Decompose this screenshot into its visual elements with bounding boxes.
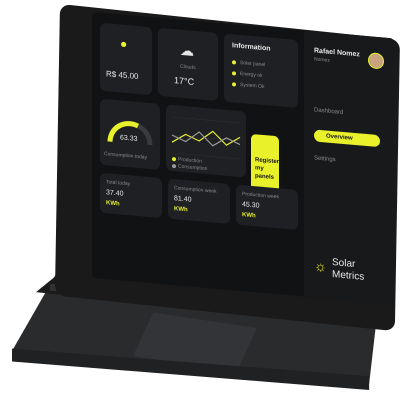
status-dot xyxy=(232,82,236,87)
dashboard-screen: Rafael Nomez Nomez Dashboard Overview Se… xyxy=(92,12,394,305)
status-dot xyxy=(232,60,236,65)
stat-card[interactable]: Consumption week 81.40 KWh xyxy=(168,178,230,225)
avatar[interactable] xyxy=(368,52,384,70)
weather-card[interactable]: ☁ Clouds 17°C xyxy=(158,27,218,102)
info-title: Information xyxy=(232,42,271,53)
stat-title: Production week xyxy=(242,191,279,201)
info-item: System Ok xyxy=(240,81,265,91)
gauge-icon xyxy=(107,120,153,146)
register-panels-label: Register my panels xyxy=(255,157,280,181)
stat-value: 37.40 xyxy=(106,189,124,198)
weather-label: Clouds xyxy=(180,63,196,72)
money-value: R$ 45.00 xyxy=(106,69,139,82)
stat-unit: KWh xyxy=(174,206,188,214)
sidebar-item-label: Overview xyxy=(326,133,353,142)
stat-card[interactable]: Total today 37.40 KWh xyxy=(100,172,162,219)
brand-line2: Metrics xyxy=(332,268,365,283)
gauge-label: Consumption today xyxy=(104,151,148,161)
sidebar-item-settings[interactable]: Settings xyxy=(314,155,336,163)
legend-consumption: Consumption xyxy=(178,163,208,173)
legend-swatch xyxy=(172,163,176,169)
user-role: Nomez xyxy=(314,56,330,64)
coins-icon: ● xyxy=(120,36,128,52)
weather-value: 17°C xyxy=(174,75,195,87)
stat-value: 45.30 xyxy=(242,201,260,210)
sidebar: Rafael Nomez Nomez Dashboard Overview Se… xyxy=(304,30,394,305)
info-item: Energy ok xyxy=(240,70,263,79)
stat-title: Total today xyxy=(106,179,131,188)
chart-card[interactable]: Production Consumption xyxy=(166,104,246,178)
sidebar-item-dashboard[interactable]: Dashboard xyxy=(314,107,343,116)
stat-value: 81.40 xyxy=(174,195,192,204)
chart-gridline xyxy=(172,116,240,124)
info-item: Solar panel xyxy=(240,59,266,69)
stat-card[interactable]: Production week 45.30 KWh xyxy=(236,184,298,231)
sidebar-item-overview[interactable]: Overview xyxy=(314,129,380,148)
cloud-icon: ☁ xyxy=(180,41,194,59)
series-line-consumption xyxy=(171,131,241,147)
stat-unit: KWh xyxy=(106,200,120,208)
legend-swatch xyxy=(172,156,176,162)
gauge-value: 63.33 xyxy=(120,134,138,143)
info-card[interactable]: Information Solar panel Energy ok System… xyxy=(224,33,298,109)
brand-line1: Solar xyxy=(332,256,356,271)
status-dot xyxy=(232,71,236,76)
stat-unit: KWh xyxy=(242,212,256,220)
stat-title: Consumption week xyxy=(174,185,217,195)
gauge-card[interactable]: 63.33 Consumption today xyxy=(100,98,160,170)
solar-panel-icon: ☼ xyxy=(314,257,327,275)
money-card[interactable]: ● R$ 45.00 xyxy=(100,22,152,96)
